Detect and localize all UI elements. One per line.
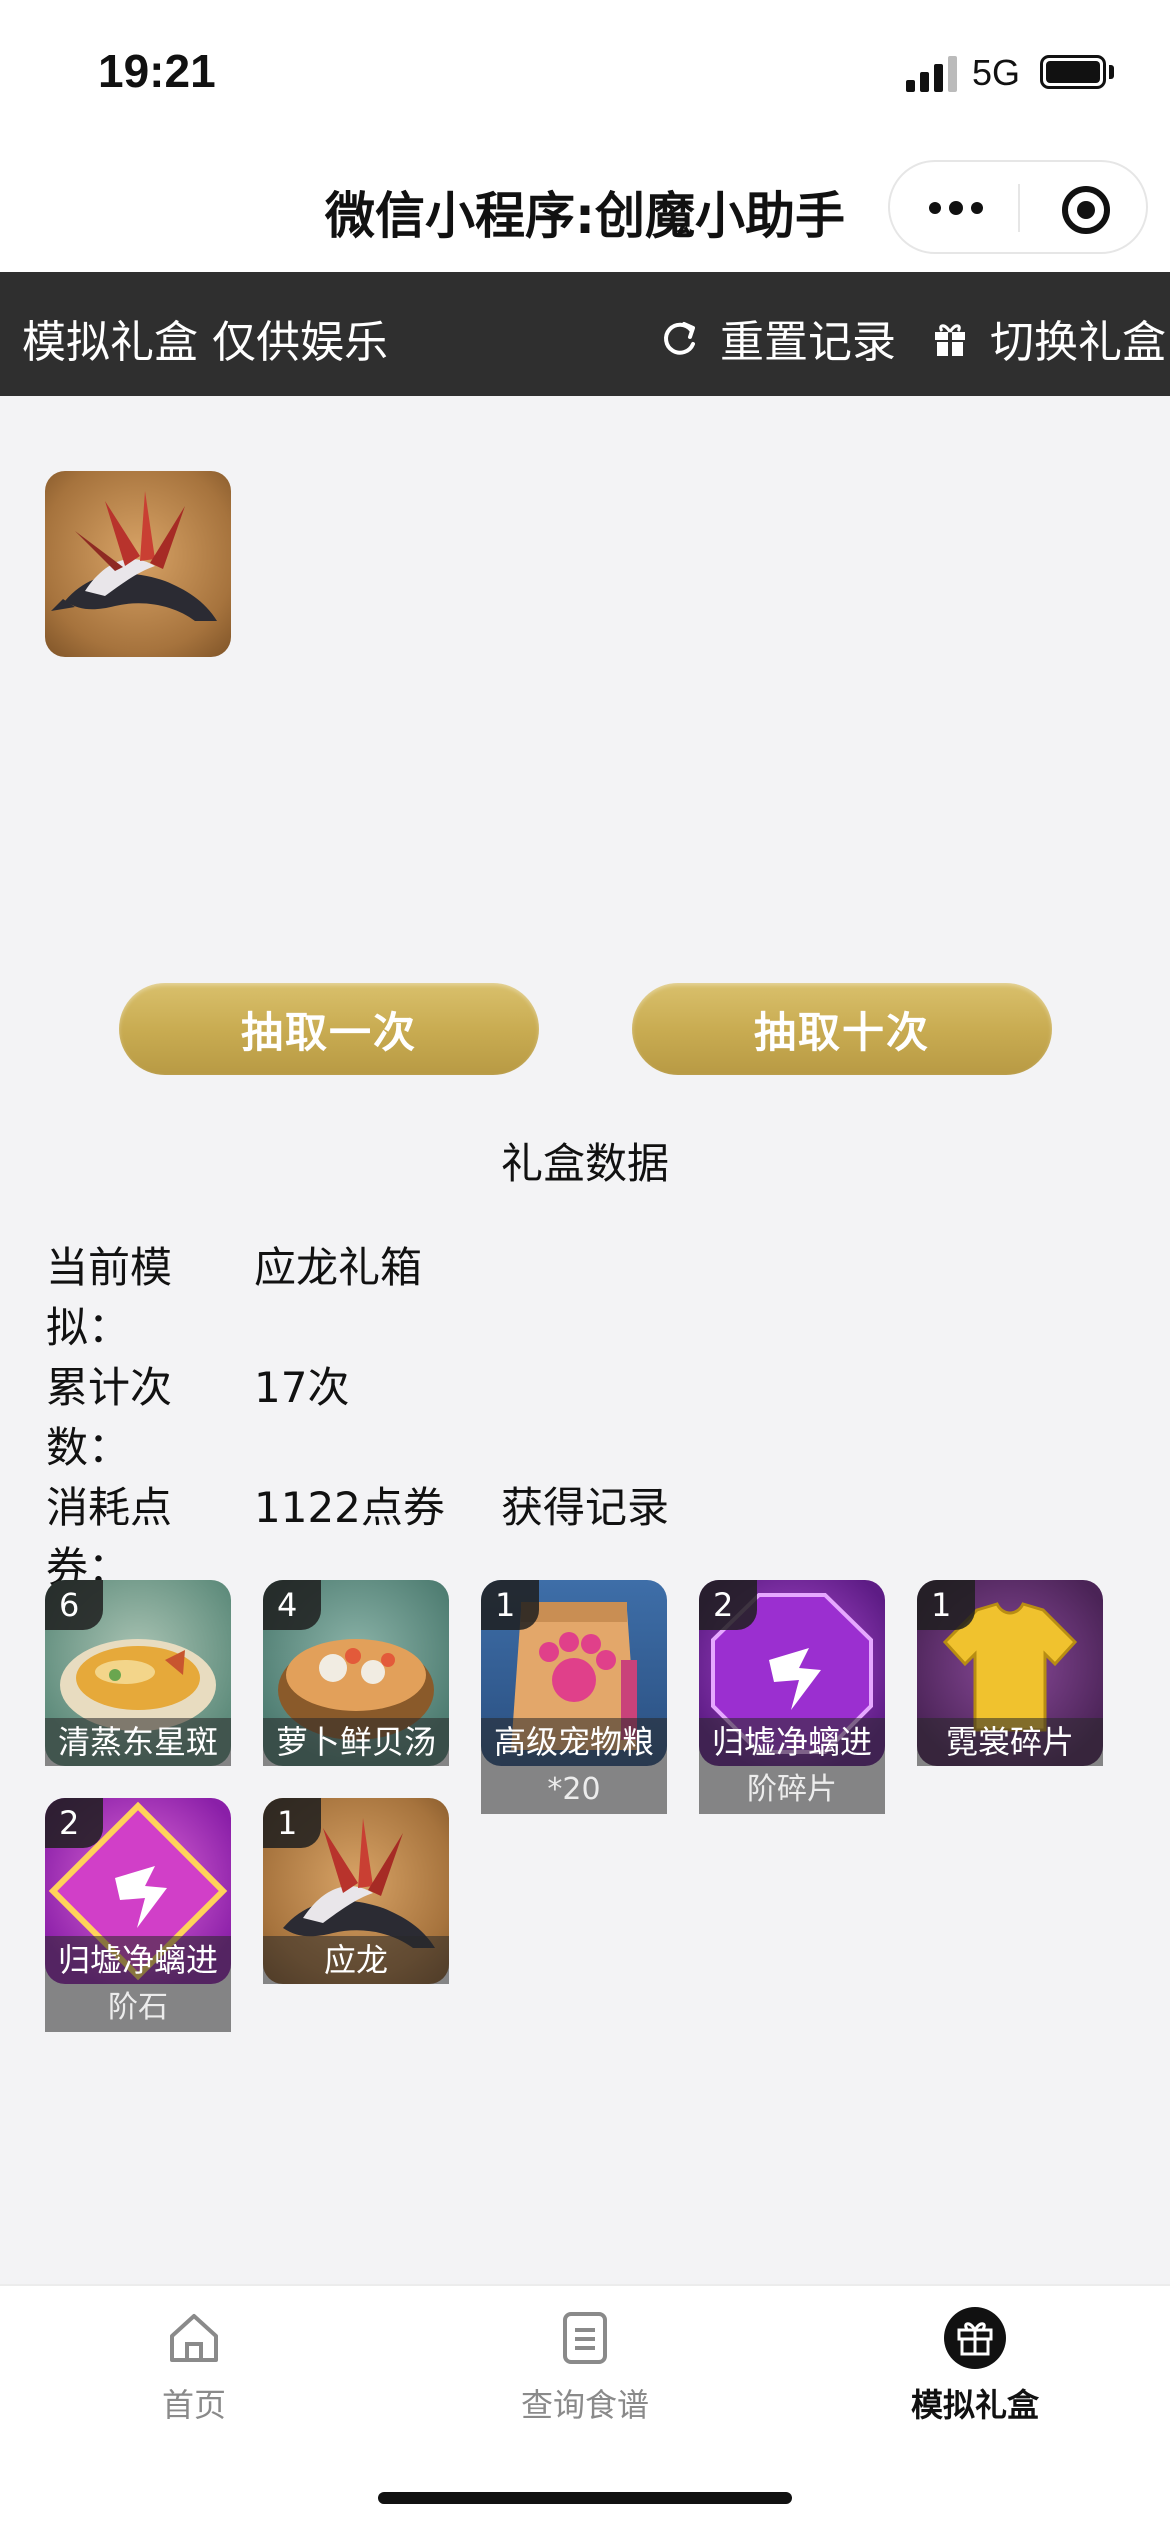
switch-giftbox-button[interactable]: 切换礼盒 [930,306,1166,370]
record-item[interactable]: 1 高级宠物粮 *20 [481,1580,667,1814]
record-count-badge: 1 [263,1798,321,1848]
giftbox-preview-image [45,471,231,657]
giftbox-stats: 当前模拟： 应龙礼箱 累计次数： 17次 消耗点券： 1122点券 [46,1238,445,1598]
signal-icon [906,56,957,92]
dragon-illustration [51,491,217,621]
home-icon [170,2314,218,2362]
miniprogram-capsule [888,160,1148,254]
status-bar: 19:21 5G [0,0,1170,150]
stat-count-label: 累计次数： [46,1363,173,1472]
draw-once-button[interactable]: 抽取一次 [119,983,539,1075]
tab-giftbox[interactable]: 模拟礼盒 [855,2306,1095,2426]
record-item[interactable]: 1 应龙 [263,1798,449,1984]
reset-record-label: 重置记录 [720,317,896,368]
nav-header: 微信小程序:创魔小助手 [0,150,1170,272]
giftbox-data-title: 礼盒数据 [500,1139,669,1188]
recipe-icon [563,2312,607,2364]
record-count-badge: 1 [481,1580,539,1630]
more-icon[interactable] [928,200,984,216]
record-item[interactable]: 2 归墟净螭进 阶石 [45,1798,231,2032]
record-item[interactable]: 4 萝卜鲜贝汤 [263,1580,449,1766]
record-name: 清蒸东星斑 [45,1718,231,1766]
records-title: 获得记录 [500,1483,669,1532]
record-count-badge: 4 [263,1580,321,1630]
record-count-badge: 2 [45,1798,103,1848]
record-name: 归墟净螭进 阶碎片 [699,1718,885,1814]
tab-home-label: 首页 [161,2386,226,2424]
capsule-divider [1018,184,1020,232]
home-indicator [378,2492,792,2504]
switch-giftbox-label: 切换礼盒 [990,317,1166,368]
tab-giftbox-label: 模拟礼盒 [910,2386,1039,2424]
stat-current: 当前模拟： 应龙礼箱 [46,1238,445,1358]
battery-icon [1040,55,1106,89]
record-count-badge: 2 [699,1580,757,1630]
stat-current-value: 应龙礼箱 [254,1243,423,1292]
record-name: 萝卜鲜贝汤 [263,1718,449,1766]
reset-record-button[interactable]: 重置记录 [660,306,896,370]
gift-toolbar: 模拟礼盒 仅供娱乐 重置记录 切换礼盒 [0,272,1170,396]
stat-current-label: 当前模拟： [46,1243,173,1352]
tab-recipe-label: 查询食谱 [520,2386,649,2424]
gift-icon [935,324,965,356]
record-name: 归墟净螭进 阶石 [45,1936,231,2032]
record-name: 高级宠物粮 *20 [481,1718,667,1814]
record-count-badge: 1 [917,1580,975,1630]
record-item[interactable]: 2 归墟净螭进 阶碎片 [699,1580,885,1814]
status-time: 19:21 [98,45,216,97]
battery-cap [1109,65,1114,79]
record-name: 应龙 [263,1936,449,1984]
record-item[interactable]: 1 霓裳碎片 [917,1580,1103,1766]
toolbar-caption: 模拟礼盒 仅供娱乐 [22,317,388,368]
close-target-icon[interactable] [1060,184,1112,236]
refresh-icon [664,322,695,355]
tab-recipe[interactable]: 查询食谱 [465,2306,705,2426]
network-label: 5G [972,52,1021,93]
tab-home[interactable]: 首页 [74,2306,314,2426]
stat-count: 累计次数： 17次 [46,1358,445,1478]
record-item[interactable]: 6 清蒸东星斑 [45,1580,231,1766]
record-name: 霓裳碎片 [917,1718,1103,1766]
draw-ten-button[interactable]: 抽取十次 [632,983,1052,1075]
stat-count-value: 17次 [254,1363,350,1412]
gift-icon [944,2307,1006,2369]
record-count-badge: 6 [45,1580,103,1630]
